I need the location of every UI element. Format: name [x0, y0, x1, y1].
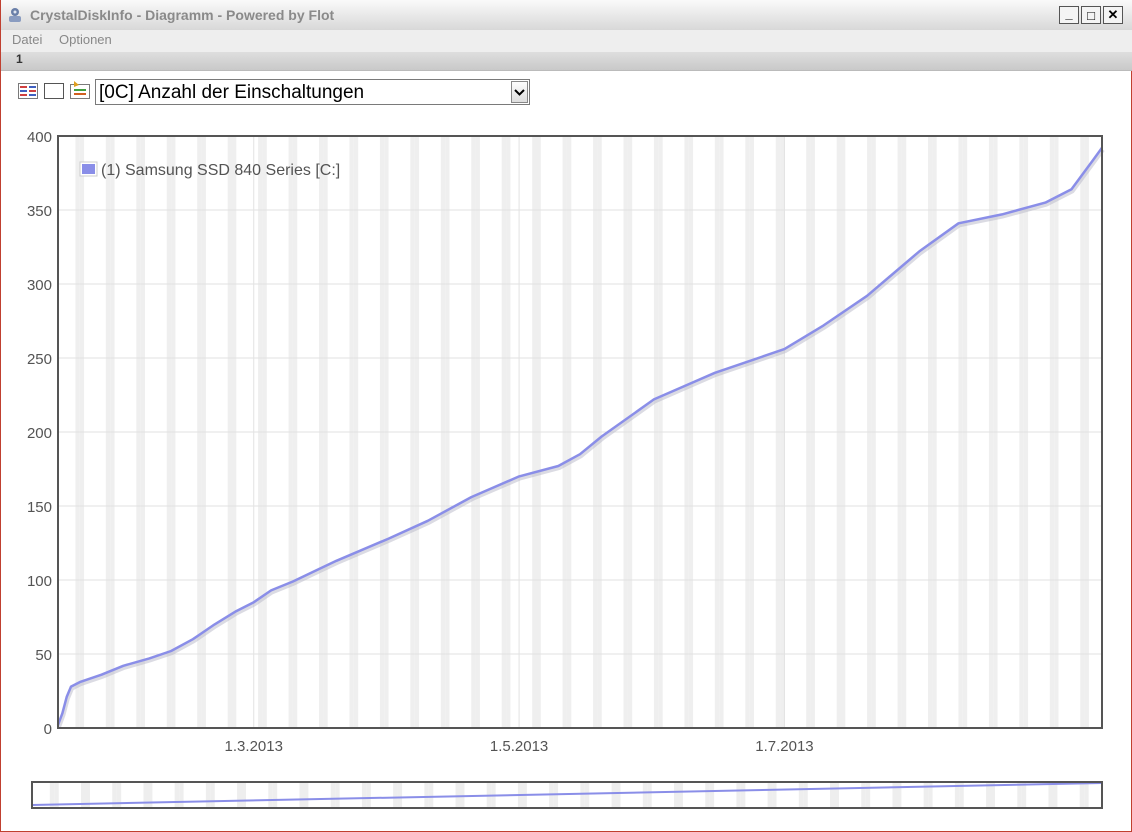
table-view-icon[interactable] [18, 83, 38, 99]
overview-weekend-band [861, 782, 866, 808]
overview-weekend-band [642, 782, 648, 808]
overview-weekend-band [674, 782, 679, 808]
overview-weekend-band [1052, 782, 1058, 808]
close-icon: ✕ [1107, 7, 1119, 22]
overview-weekend-band [865, 782, 871, 808]
overview-weekend-band [147, 782, 153, 808]
overview-weekend-band [299, 782, 304, 808]
overview-weekend-band [1017, 782, 1022, 808]
y-tick-label: 350 [27, 203, 52, 220]
overview-weekend-band [174, 782, 180, 808]
overview-weekend-band [1021, 782, 1027, 808]
maximize-icon: □ [1087, 7, 1095, 23]
application-window: CrystalDiskInfo - Diagramm - Powered by … [0, 0, 1132, 832]
app-icon [9, 8, 21, 22]
overview-weekend-band [616, 782, 621, 808]
chevron-down-icon [514, 89, 525, 96]
menu-datei[interactable]: Datei [12, 32, 42, 47]
overview-weekend-band [179, 782, 184, 808]
x-tick-label: 1.5.2013 [490, 738, 548, 755]
minimize-icon: _ [1065, 5, 1073, 21]
overview-weekend-band [205, 782, 211, 808]
overview-weekend-band [803, 782, 808, 808]
legend-swatch [82, 164, 95, 174]
minimize-button[interactable]: _ [1059, 6, 1079, 24]
overview-weekend-band [393, 782, 398, 808]
overview-weekend-band [767, 782, 773, 808]
overview-weekend-band [736, 782, 741, 808]
y-tick-label: 300 [27, 277, 52, 294]
overview-weekend-band [896, 782, 902, 808]
window-title: CrystalDiskInfo - Diagramm - Powered by … [30, 7, 335, 23]
y-tick-label: 0 [44, 721, 52, 738]
y-tick-label: 250 [27, 351, 52, 368]
overview-weekend-band [705, 782, 710, 808]
overview-weekend-band [611, 782, 617, 808]
overview-weekend-band [678, 782, 683, 808]
overview-weekend-band [830, 782, 835, 808]
tab-1[interactable]: 1 [16, 52, 23, 66]
attribute-select-value: [0C] Anzahl der Einschaltungen [99, 82, 365, 103]
export-icon[interactable] [70, 81, 90, 99]
overview-weekend-band [424, 782, 429, 808]
attribute-select[interactable]: [0C] Anzahl der Einschaltungen [95, 79, 530, 105]
y-tick-label: 150 [27, 499, 52, 516]
overview-weekend-band [268, 782, 273, 808]
menu-optionen[interactable]: Optionen [59, 32, 112, 47]
overview-weekend-band [361, 782, 367, 808]
overview-weekend-band [330, 782, 336, 808]
overview-weekend-band [272, 782, 278, 808]
overview-weekend-band [455, 782, 460, 808]
legend-label: (1) Samsung SSD 840 Series [C:] [101, 162, 340, 179]
overview-weekend-band [584, 782, 590, 808]
dropdown-button[interactable] [511, 81, 528, 103]
main-chart[interactable]: 0 50 100 150 200 250 300 350 400 1.3.2013 1.5.2013… [1, 110, 1132, 760]
overview-weekend-band [1084, 782, 1089, 808]
overview-weekend-band [892, 782, 897, 808]
overview-weekend-band [798, 782, 804, 808]
overview-weekend-band [143, 782, 148, 808]
overview-weekend-band [580, 782, 585, 808]
menu-bar: Datei Optionen [1, 30, 1132, 52]
overview-weekend-band [366, 782, 371, 808]
overview-weekend-band [397, 782, 403, 808]
overview-weekend-band [772, 782, 777, 808]
x-tick-label: 1.3.2013 [225, 738, 283, 755]
overview-weekend-band [1048, 782, 1053, 808]
overview-weekend-band [241, 782, 246, 808]
overview-weekend-band [834, 782, 839, 808]
x-tick-label: 1.7.2013 [755, 738, 813, 755]
overview-weekend-band [237, 782, 242, 808]
overview-weekend-band [303, 782, 309, 808]
overview-weekend-band [460, 782, 465, 808]
tab-strip: 1 [1, 52, 1132, 71]
y-tick-label: 100 [27, 573, 52, 590]
close-button[interactable]: ✕ [1103, 6, 1123, 24]
blank-view-icon[interactable] [44, 83, 64, 99]
overview-weekend-band [428, 782, 434, 808]
overview-weekend-band [335, 782, 340, 808]
y-tick-label: 200 [27, 425, 52, 442]
overview-weekend-band [740, 782, 746, 808]
overview-weekend-band [1079, 782, 1085, 808]
overview-weekend-band [210, 782, 215, 808]
overview-weekend-band [647, 782, 652, 808]
title-bar[interactable]: CrystalDiskInfo - Diagramm - Powered by … [1, 0, 1132, 31]
overview-weekend-band [709, 782, 715, 808]
overview-chart[interactable] [1, 770, 1132, 820]
y-tick-label: 50 [35, 647, 52, 664]
maximize-button[interactable]: □ [1081, 6, 1101, 24]
y-tick-label: 400 [27, 129, 52, 146]
